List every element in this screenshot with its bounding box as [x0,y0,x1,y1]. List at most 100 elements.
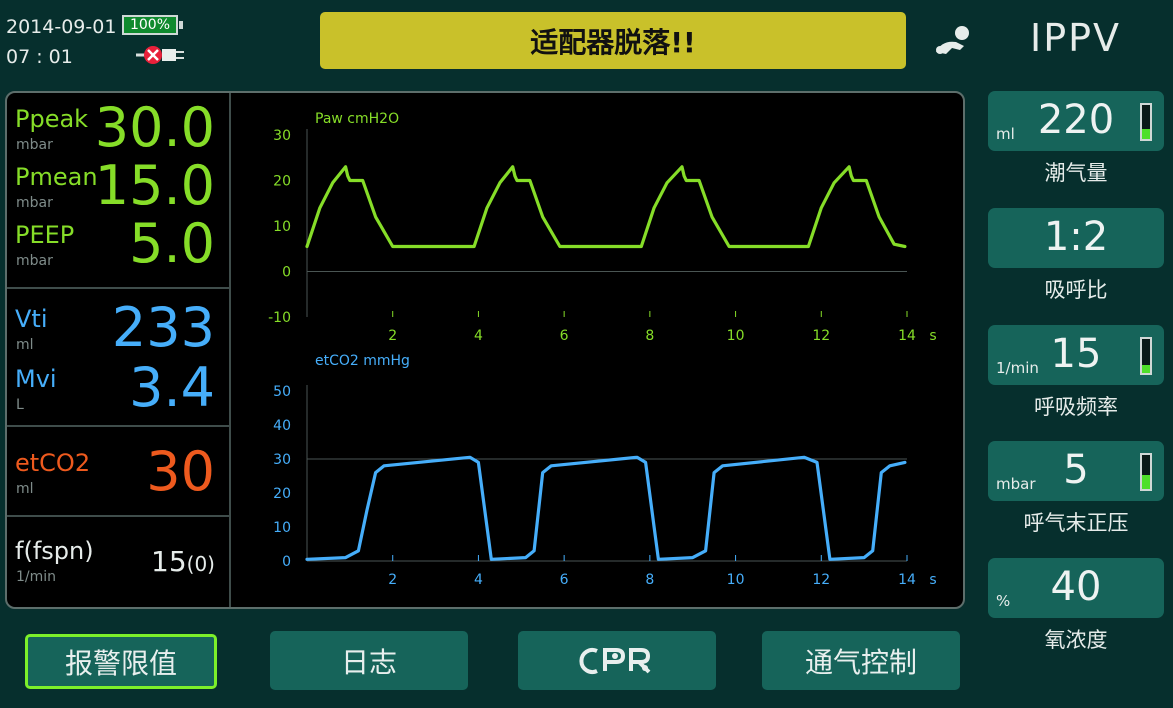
param-value: 5.0 [129,212,215,275]
setting-peep[interactable]: mbar 5 呼气末正压 [988,441,1164,537]
param-label: Mvi [15,365,57,393]
param-label: etCO2 [15,449,91,477]
x-tick-label: 14 [898,572,916,588]
param-vti: Vti ml 233 [7,299,229,357]
time-text: 07 : 01 [6,46,73,68]
setting-box[interactable]: % 40 [988,558,1164,618]
setting-label: 潮气量 [1044,161,1108,185]
setting-level-bar [1140,453,1152,491]
setting-value: 220 [1037,97,1115,143]
setting-tidal-volume[interactable]: ml 220 潮气量 [988,91,1164,187]
pediatric-patient-icon [936,26,969,54]
setting-value: 15 [1050,331,1102,377]
param-value: 30 [146,440,215,503]
x-tick-label: 8 [645,572,654,588]
param-ppeak: Ppeak mbar 30.0 [7,99,229,157]
etco2-block: etCO2 ml 30 [7,427,229,517]
x-unit-label: s [929,328,936,344]
setting-value: 1:2 [1043,214,1109,260]
param-unit: ml [16,337,34,353]
setting-level-fill [1142,475,1150,489]
ventilation-control-button[interactable]: 通气控制 [762,631,960,690]
param-value: 15.0 [94,154,215,217]
setting-oxygen[interactable]: % 40 氧浓度 [988,558,1164,654]
chart-title: Paw cmH2O [315,111,399,127]
x-tick-label: 6 [560,328,569,344]
x-tick-label: 4 [474,572,483,588]
x-tick-label: 14 [898,328,916,344]
setting-box[interactable]: ml 220 [988,91,1164,151]
waveform-area: Paw cmH2O 30 20 10 0 -10 2 4 6 8 10 12 14 s etCO2 mmHg… [233,93,963,607]
y-tick-label: 0 [282,554,291,570]
setting-box[interactable]: 1/min 15 [988,325,1164,385]
cpr-button[interactable]: CPR [518,631,716,690]
y-tick-label: 30 [273,128,291,144]
chart-title: etCO2 mmHg [315,353,410,369]
param-unit: 1/min [16,569,57,585]
setting-value: 5 [1063,447,1089,493]
ventilation-mode: IPPV [1030,16,1122,60]
battery-indicator: 100% [122,15,183,35]
date-time: 2014-09-01 07 : 01 [6,12,116,72]
waveform-line [305,455,907,561]
setting-level-bar [1140,103,1152,141]
x-tick-label: 2 [388,328,397,344]
y-tick-label: 20 [273,174,291,190]
rate-block: f(fspn) 1/min 15(0) [7,517,229,607]
y-tick-label: 0 [282,265,291,281]
param-unit: L [16,397,24,413]
param-unit: ml [16,481,34,497]
x-tick-label: 4 [474,328,483,344]
param-fspn: f(fspn) 1/min 15(0) [7,531,229,589]
waveform-charts: Paw cmH2O3020100-102 4 6 8 10 12 14 setCO2 mmHg… [268,111,937,588]
x-unit-label: s [929,572,936,588]
setting-value: 40 [1050,564,1102,610]
param-value: 3.4 [129,356,215,419]
volume-block: Vti ml 233 Mvi L 3.4 [7,289,229,427]
setting-ie-ratio[interactable]: 1:2 吸呼比 [988,208,1164,304]
param-label: PEEP [15,221,75,249]
param-unit: mbar [16,253,53,269]
ac-unplugged-icon [136,46,184,64]
y-tick-label: -10 [268,310,291,326]
param-label: f(fspn) [15,537,94,565]
param-label: Ppeak [15,105,89,133]
setting-box[interactable]: 1:2 [988,208,1164,268]
param-unit: mbar [16,195,53,211]
setting-box[interactable]: mbar 5 [988,441,1164,501]
param-label: Vti [15,305,48,333]
y-tick-label: 40 [273,418,291,434]
setting-label: 氧浓度 [1044,628,1108,652]
setting-label: 呼气末正压 [1023,511,1129,535]
cpr-icon [579,647,651,674]
y-tick-label: 20 [273,486,291,502]
x-tick-label: 2 [388,572,397,588]
param-value: 233 [111,296,215,359]
param-value-main: 15 [151,545,187,578]
alarm-banner[interactable]: 适配器脱落!! [320,12,906,69]
log-button[interactable]: 日志 [270,631,468,690]
param-value-sub: (0) [186,552,215,576]
alarm-limits-button[interactable]: 报警限值 [25,634,217,689]
x-tick-label: 8 [645,328,654,344]
setting-level-fill [1142,129,1150,139]
pressure-block: Ppeak mbar 30.0 Pmean mbar 15.0 PEEP mba… [7,93,229,289]
y-tick-label: 30 [273,452,291,468]
y-tick-label: 50 [273,384,291,400]
setting-label: 吸呼比 [1044,278,1108,302]
waveform-line [305,165,907,249]
x-tick-label: 10 [727,572,745,588]
param-peep: PEEP mbar 5.0 [7,215,229,273]
battery-text: 100% [129,17,171,33]
setting-resp-rate[interactable]: 1/min 15 呼吸频率 [988,325,1164,421]
param-unit: mbar [16,137,53,153]
x-tick-label: 12 [812,328,830,344]
x-tick-label: 10 [727,328,745,344]
param-label: Pmean [15,163,98,191]
param-etco2: etCO2 ml 30 [7,443,229,501]
x-tick-label: 12 [812,572,830,588]
measured-parameters: Ppeak mbar 30.0 Pmean mbar 15.0 PEEP mba… [7,93,231,607]
x-tick-label: 6 [560,572,569,588]
y-tick-label: 10 [273,219,291,235]
param-pmean: Pmean mbar 15.0 [7,157,229,215]
